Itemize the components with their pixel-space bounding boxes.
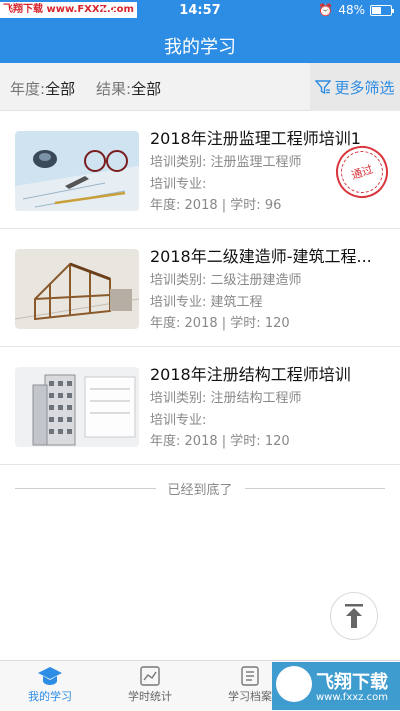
major-label: 培训专业: [150,295,207,310]
tab-label: 学习档案 [228,690,272,703]
course-item[interactable]: 2018年二级建造师-建筑工程... 培训类别: 二级注册建造师 培训专业: 建… [0,229,400,347]
course-item[interactable]: 2018年注册监理工程师培训1 培训类别: 注册监理工程师 培训专业: 年度: … [0,111,400,229]
page-title: 我的学习 [164,37,236,58]
course-type: 培训类别: 注册结构工程师 [150,387,302,406]
battery-icon [370,4,394,16]
result-filter-value: 全部 [131,80,162,98]
tab-label: 学时统计 [128,690,172,703]
arrow-up-icon [345,604,363,628]
year-label: 年度: [150,198,181,213]
status-bar: 飞翔下载 www.FXXZ.com 4G 14:57 ⏰ 48% [0,0,400,22]
course-thumbnail [15,249,139,329]
tab-my-learning[interactable]: 我的学习 [0,661,100,711]
course-year-hours: 年度: 2018 | 学时: 120 [150,316,290,331]
year-filter[interactable]: 年度:全部 [10,78,75,99]
course-thumbnail [15,367,139,447]
major-value: 建筑工程 [210,295,263,310]
watermark-logo-icon [276,666,312,702]
course-title: 2018年二级建造师-建筑工程... [150,247,372,266]
year-value: 2018 [184,198,218,213]
type-label: 培训类别: [150,155,207,170]
year-value: 2018 [184,316,218,331]
year-filter-label: 年度: [10,80,46,98]
tab-label: 我的学习 [28,690,72,703]
watermark-overlay: 飞翔下载 www.fxxz.com [272,662,400,710]
type-value: 注册结构工程师 [210,391,302,406]
course-major: 培训专业: 建筑工程 [150,291,263,310]
filter-icon [315,80,332,95]
result-filter[interactable]: 结果:全部 [96,78,161,99]
hours-label: 学时: [230,198,261,213]
hours-label: 学时: [230,434,261,449]
filter-bar: 年度:全部 结果:全部 更多筛选 [0,63,400,111]
year-value: 2018 [184,434,218,449]
tab-hours-stats[interactable]: 学时统计 [100,661,200,711]
back-to-top-button[interactable] [330,592,378,640]
hours-value: 96 [264,198,282,213]
status-right: ⏰ 48% [318,3,394,17]
archive-icon [241,666,259,686]
divider [244,487,386,489]
hours-value: 120 [264,316,290,331]
year-label: 年度: [150,434,181,449]
type-label: 培训类别: [150,391,207,406]
type-label: 培训类别: [150,273,207,288]
watermark-url: www.fxxz.com [316,692,388,703]
graduation-cap-icon [38,667,62,685]
major-label: 培训专业: [150,413,207,428]
course-year-hours: 年度: 2018 | 学时: 120 [150,434,290,449]
more-filters-label: 更多筛选 [334,78,395,97]
course-type: 培训类别: 注册监理工程师 [150,151,302,170]
type-value: 注册监理工程师 [210,155,302,170]
hours-value: 120 [264,434,290,449]
course-title: 2018年注册结构工程师培训 [150,365,351,384]
more-filters-button[interactable]: 更多筛选 [310,63,400,111]
course-item[interactable]: 2018年注册结构工程师培训 培训类别: 注册结构工程师 培训专业: 年度: 2… [0,347,400,465]
app-header: 飞翔下载 www.FXXZ.com 4G 14:57 ⏰ 48% 我的学习 [0,0,400,63]
hours-label: 学时: [230,316,261,331]
year-label: 年度: [150,316,181,331]
chart-icon [140,666,160,686]
alarm-icon: ⏰ [318,3,334,17]
year-filter-value: 全部 [45,80,76,98]
major-label: 培训专业: [150,177,207,192]
course-type: 培训类别: 二级注册建造师 [150,269,302,288]
divider [15,487,156,489]
course-year-hours: 年度: 2018 | 学时: 96 [150,198,282,213]
course-title: 2018年注册监理工程师培训1 [150,129,361,148]
type-value: 二级注册建造师 [210,273,302,288]
watermark-title: 飞翔下载 [316,672,388,693]
battery-percent: 48% [338,3,365,17]
result-filter-label: 结果: [96,80,132,98]
course-major: 培训专业: [150,409,206,428]
list-end-indicator: 已经到底了 [15,478,386,498]
passed-stamp: 通过 [329,139,395,205]
course-major: 培训专业: [150,173,206,192]
list-end-text: 已经到底了 [167,482,233,498]
course-thumbnail [15,131,139,211]
